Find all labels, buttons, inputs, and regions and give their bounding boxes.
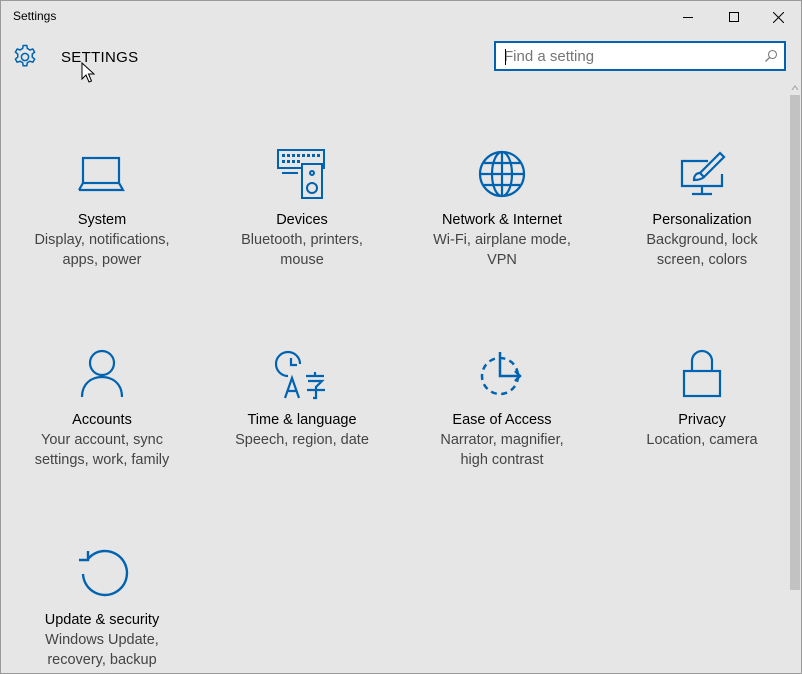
tile-title: Ease of Access [452, 412, 552, 428]
tile-title: Accounts [72, 412, 132, 428]
close-icon [772, 11, 784, 23]
mouse-cursor-icon [81, 62, 95, 83]
search-icon[interactable] [764, 49, 778, 63]
maximize-icon [729, 12, 739, 22]
devices-icon [277, 149, 325, 199]
tile-description: Your account, sync settings, work, family [34, 432, 170, 468]
lock-icon [682, 349, 722, 398]
tile-title: Devices [276, 212, 328, 228]
tile-description: Location, camera [646, 432, 758, 448]
tile-update-security[interactable]: Update & security Windows Update, recover… [2, 546, 202, 670]
tile-description: Bluetooth, printers, mouse [241, 232, 363, 268]
tile-network-internet[interactable]: Network & Internet Wi-Fi, airplane mode,… [402, 146, 602, 270]
tile-description: Display, notifications, apps, power [34, 232, 170, 268]
tile-devices[interactable]: Devices Bluetooth, printers, mouse [202, 146, 402, 270]
search-input[interactable] [504, 46, 754, 66]
tile-title: System [77, 212, 127, 228]
tile-title: Time & language [247, 412, 357, 428]
tile-description: Narrator, magnifier, high contrast [440, 432, 564, 468]
tile-description: Windows Update, recovery, backup [45, 632, 159, 668]
person-icon [80, 349, 124, 398]
tile-accounts[interactable]: Accounts Your account, sync settings, wor… [2, 346, 202, 470]
globe-icon [478, 150, 526, 198]
settings-window: Settings SETTINGS Find a setting System … [0, 0, 802, 674]
tile-privacy[interactable]: Privacy Location, camera [602, 346, 801, 450]
tile-title: Update & security [44, 612, 160, 628]
minimize-button[interactable] [665, 1, 711, 33]
scroll-up-arrow-icon[interactable] [790, 83, 800, 93]
tile-description: Speech, region, date [235, 432, 369, 448]
maximize-button[interactable] [711, 1, 757, 33]
tile-title: Network & Internet [441, 212, 563, 228]
close-button[interactable] [755, 1, 801, 33]
tile-ease-of-access[interactable]: Ease of Access Narrator, magnifier, high … [402, 346, 602, 470]
title-bar[interactable]: Settings [1, 1, 801, 33]
tile-time-language[interactable]: Time & language Speech, region, date [202, 346, 402, 450]
tile-title: Privacy [678, 412, 726, 428]
laptop-icon [78, 156, 125, 192]
minimize-icon [683, 17, 693, 18]
time-language-icon [274, 350, 325, 400]
page-title: SETTINGS [61, 49, 139, 66]
tile-system[interactable]: System Display, notifications, apps, powe… [2, 146, 202, 270]
window-title: Settings [13, 9, 57, 23]
tile-personalization[interactable]: Personalization Background, lock screen, … [602, 146, 801, 270]
tile-title: Personalization [652, 212, 752, 228]
paintbrush-icon [680, 151, 726, 196]
tile-description: Wi-Fi, airplane mode, VPN [433, 232, 571, 268]
search-box[interactable] [494, 41, 786, 71]
ease-of-access-icon [480, 352, 522, 396]
tile-description: Background, lock screen, colors [646, 232, 758, 268]
text-caret [505, 49, 506, 65]
refresh-icon [79, 549, 129, 597]
gear-icon [14, 44, 36, 67]
